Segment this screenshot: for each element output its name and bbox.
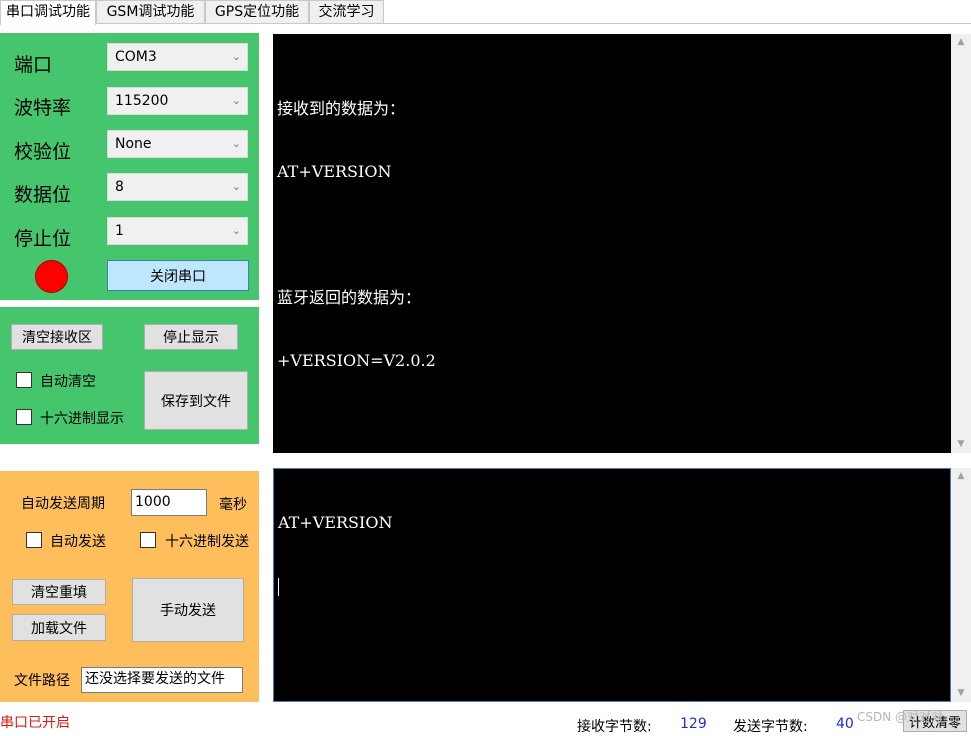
scroll-down-icon[interactable]: ▼ bbox=[951, 436, 971, 453]
send-console-text: AT+VERSION bbox=[278, 513, 393, 532]
tab-serial-debug[interactable]: 串口调试功能 bbox=[0, 0, 96, 25]
parity-label: 校验位 bbox=[14, 141, 72, 163]
hex-display-checkbox[interactable] bbox=[16, 409, 32, 425]
chevron-down-icon: ⌄ bbox=[231, 224, 241, 237]
receive-line: AT+VERSION bbox=[277, 162, 392, 181]
rx-bytes-label: 接收字节数: bbox=[577, 719, 652, 735]
chevron-down-icon: ⌄ bbox=[231, 50, 241, 63]
receive-line: +VERSION=V2.0.2 bbox=[277, 351, 436, 370]
auto-period-label: 自动发送周期 bbox=[21, 496, 105, 512]
parity-select-value: None bbox=[115, 136, 152, 152]
receive-line: 接收到的数据为： bbox=[277, 99, 406, 118]
send-controls-panel: 自动发送周期 1000 毫秒 自动发送 十六进制发送 清空重填 加载文件 手动发… bbox=[0, 471, 259, 702]
databits-label: 数据位 bbox=[14, 184, 72, 206]
clear-receive-button[interactable]: 清空接收区 bbox=[11, 324, 103, 350]
file-path-label: 文件路径 bbox=[14, 673, 70, 689]
stopbits-select-value: 1 bbox=[115, 223, 124, 239]
stopbits-label: 停止位 bbox=[14, 228, 72, 250]
scroll-up-icon[interactable]: ▲ bbox=[951, 34, 971, 51]
close-port-button[interactable]: 关闭串口 bbox=[107, 260, 249, 291]
receive-console[interactable]: 接收到的数据为： AT+VERSION 蓝牙返回的数据为： +VERSION=V… bbox=[273, 34, 951, 453]
receive-scrollbar[interactable]: ▲ ▼ bbox=[951, 34, 971, 453]
hex-display-label: 十六进制显示 bbox=[40, 411, 124, 427]
stop-display-button[interactable]: 停止显示 bbox=[144, 324, 238, 350]
port-label: 端口 bbox=[14, 54, 53, 76]
databits-select[interactable]: 8 ⌄ bbox=[107, 173, 248, 201]
hex-send-checkbox[interactable] bbox=[140, 532, 156, 548]
tx-bytes-label: 发送字节数: bbox=[733, 719, 808, 735]
stopbits-select[interactable]: 1 ⌄ bbox=[107, 217, 248, 245]
tab-gps-location[interactable]: GPS定位功能 bbox=[205, 0, 309, 24]
auto-clear-checkbox[interactable] bbox=[16, 372, 32, 388]
receive-line: 蓝牙返回的数据为： bbox=[277, 288, 422, 307]
send-console[interactable]: AT+VERSION bbox=[273, 468, 951, 702]
watermark-text: CSDN @对对对 bbox=[857, 710, 944, 724]
rx-bytes-value: 129 bbox=[680, 716, 707, 732]
ms-label: 毫秒 bbox=[219, 497, 247, 513]
port-status-indicator-icon bbox=[35, 260, 68, 293]
chevron-down-icon: ⌄ bbox=[231, 180, 241, 193]
chevron-down-icon: ⌄ bbox=[231, 94, 241, 107]
clear-refill-button[interactable]: 清空重填 bbox=[12, 579, 106, 605]
parity-select[interactable]: None ⌄ bbox=[107, 130, 248, 158]
databits-select-value: 8 bbox=[115, 179, 124, 195]
port-select-value: COM3 bbox=[115, 49, 157, 65]
receive-controls-panel: 清空接收区 停止显示 自动清空 十六进制显示 保存到文件 bbox=[0, 307, 259, 444]
save-to-file-button[interactable]: 保存到文件 bbox=[144, 371, 248, 430]
auto-send-checkbox[interactable] bbox=[26, 532, 42, 548]
baud-select[interactable]: 115200 ⌄ bbox=[107, 87, 248, 115]
hex-send-label: 十六进制发送 bbox=[165, 534, 249, 550]
chevron-down-icon: ⌄ bbox=[231, 137, 241, 150]
auto-period-input[interactable]: 1000 bbox=[131, 489, 207, 516]
load-file-button[interactable]: 加载文件 bbox=[12, 614, 106, 641]
baud-label: 波特率 bbox=[14, 97, 72, 119]
file-path-input[interactable]: 还没选择要发送的文件 bbox=[81, 667, 243, 693]
scroll-up-icon[interactable]: ▲ bbox=[951, 468, 971, 485]
auto-clear-label: 自动清空 bbox=[40, 374, 96, 390]
manual-send-button[interactable]: 手动发送 bbox=[132, 578, 244, 642]
receive-line bbox=[277, 224, 947, 245]
port-select[interactable]: COM3 ⌄ bbox=[107, 43, 248, 71]
scroll-down-icon[interactable]: ▼ bbox=[951, 685, 971, 702]
send-scrollbar[interactable]: ▲ ▼ bbox=[951, 468, 971, 702]
port-status-text: 串口已开启 bbox=[0, 715, 70, 731]
tx-bytes-value: 40 bbox=[836, 716, 854, 732]
auto-send-label: 自动发送 bbox=[50, 534, 106, 550]
tab-bar: 串口调试功能 GSM调试功能 GPS定位功能 交流学习 bbox=[0, 0, 971, 25]
serial-settings-panel: 端口 COM3 ⌄ 波特率 115200 ⌄ 校验位 None ⌄ 数据位 8 … bbox=[0, 33, 259, 300]
baud-select-value: 115200 bbox=[115, 93, 169, 109]
tab-exchange-learning[interactable]: 交流学习 bbox=[309, 0, 384, 24]
tab-gsm-debug[interactable]: GSM调试功能 bbox=[96, 0, 205, 24]
tab-divider bbox=[0, 23, 971, 24]
text-cursor bbox=[278, 577, 279, 596]
